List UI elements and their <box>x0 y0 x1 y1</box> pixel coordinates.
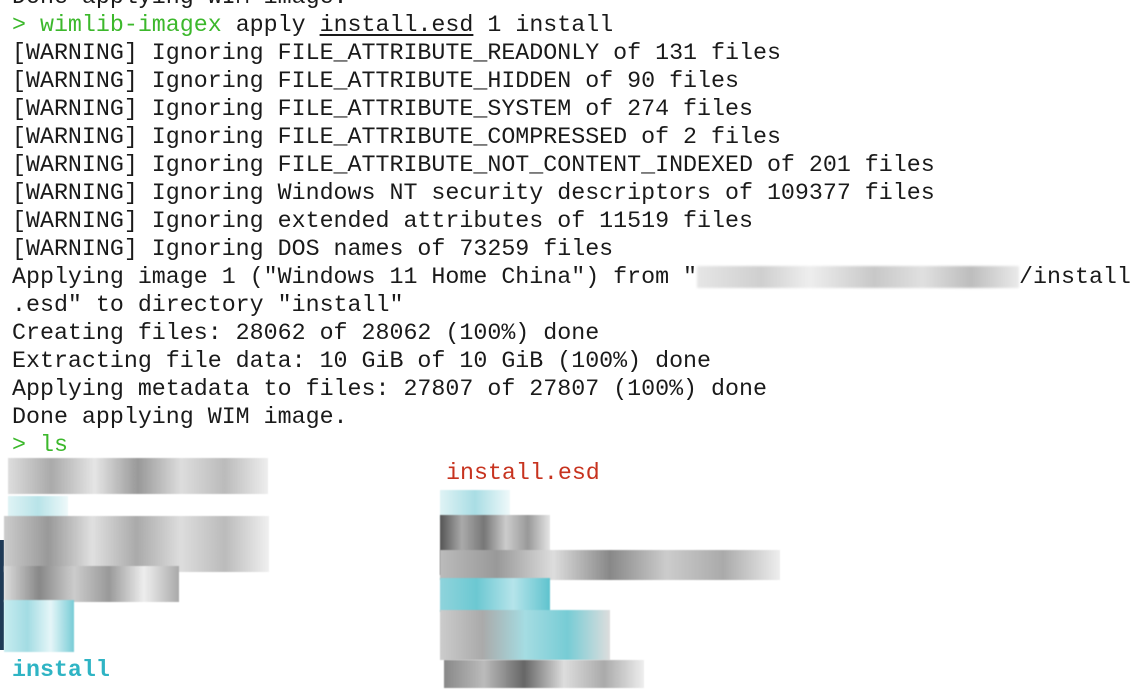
redacted-listing-left <box>4 566 179 602</box>
applying-line: Applying image 1 ("Windows 11 Home China… <box>12 263 1140 291</box>
redacted-path <box>697 265 1020 288</box>
applying-line-2: .esd" to directory "install" <box>12 292 404 318</box>
prompt-symbol: > <box>12 12 26 38</box>
warning-line: [WARNING] Ignoring FILE_ATTRIBUTE_COMPRE… <box>12 124 781 150</box>
command-arg: apply <box>235 12 306 38</box>
redacted-listing-left <box>4 516 269 572</box>
warning-line: [WARNING] Ignoring DOS names of 73259 fi… <box>12 236 614 262</box>
redacted-listing-right <box>440 550 780 580</box>
command-file: install.esd <box>319 12 474 38</box>
redacted-listing-left <box>4 600 74 652</box>
progress-line: Creating files: 28062 of 28062 (100%) do… <box>12 320 600 346</box>
warning-line: [WARNING] Ignoring Windows NT security d… <box>12 180 935 206</box>
warning-line: [WARNING] Ignoring FILE_ATTRIBUTE_SYSTEM… <box>12 96 753 122</box>
redacted-listing-right <box>440 578 550 612</box>
command-program: wimlib-imagex <box>39 12 222 38</box>
ls-item-install-esd: install.esd <box>446 460 600 486</box>
command-line: > wimlib-imagex apply install.esd 1 inst… <box>12 11 1140 39</box>
redacted-listing-right <box>444 660 644 688</box>
prompt-symbol: > <box>12 432 26 458</box>
command-ls: ls <box>39 432 68 458</box>
warning-line: [WARNING] Ignoring FILE_ATTRIBUTE_READON… <box>12 40 781 66</box>
warning-line: [WARNING] Ignoring extended attributes o… <box>12 208 753 234</box>
redacted-listing-left <box>8 458 268 494</box>
applying-prefix: Applying image 1 ("Windows 11 Home China… <box>12 264 698 290</box>
command-rest: 1 install <box>487 12 614 38</box>
applying-suffix: /install <box>1019 264 1131 290</box>
progress-line: Extracting file data: 10 GiB of 10 GiB (… <box>12 348 712 374</box>
output-line: Done applying WIM image. <box>12 0 1140 11</box>
warning-line: [WARNING] Ignoring FILE_ATTRIBUTE_HIDDEN… <box>12 68 739 94</box>
redacted-listing-right <box>440 610 610 660</box>
warning-line: [WARNING] Ignoring FILE_ATTRIBUTE_NOT_CO… <box>12 152 935 178</box>
ls-item-install-dir: install <box>12 657 110 683</box>
terminal-output: Done applying WIM image. > wimlib-imagex… <box>12 0 1140 487</box>
output-line: Done applying WIM image. <box>12 404 348 430</box>
progress-line: Applying metadata to files: 27807 of 278… <box>12 376 767 402</box>
command-line: > ls <box>12 431 1140 459</box>
